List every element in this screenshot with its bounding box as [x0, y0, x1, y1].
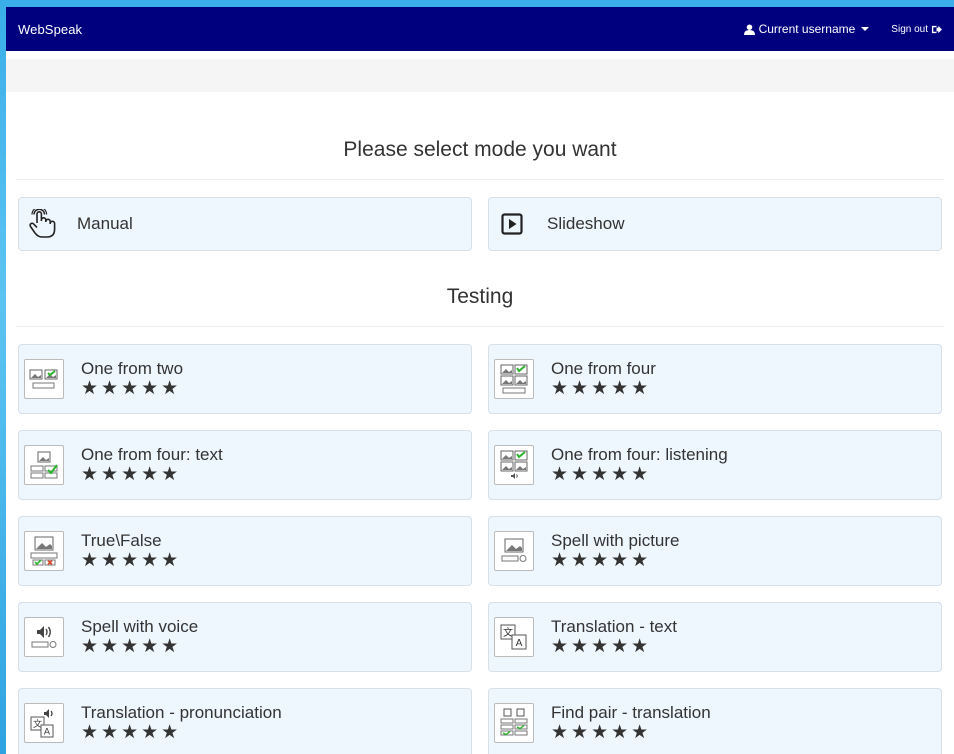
picture-spell-icon [494, 531, 534, 571]
test-row: 文 A Translation - pronunciation ★★★★★ Fi… [6, 688, 954, 754]
rating-stars: ★★★★★ [81, 550, 182, 571]
divider [16, 326, 944, 327]
slideshow-mode-button[interactable]: Slideshow [488, 197, 942, 251]
rating-stars: ★★★★★ [81, 636, 182, 657]
testing-heading: Testing [446, 285, 514, 308]
test-body: True\False ★★★★★ [81, 531, 181, 571]
two-pictures-icon [24, 359, 64, 399]
translate-speaker-icon: 文 A [24, 703, 64, 743]
test-label: Spell with picture [551, 531, 680, 550]
slideshow-label: Slideshow [547, 214, 625, 233]
test-body: Find pair - translation ★★★★★ [551, 703, 711, 743]
picture-text-choice-icon [24, 445, 64, 485]
test-row: Spell with voice ★★★★★ 文 A Translation -… [6, 602, 954, 672]
test-spell-with-picture[interactable]: Spell with picture ★★★★★ [488, 516, 942, 586]
test-label: One from four [551, 359, 656, 378]
test-row: True\False ★★★★★ Spell with picture ★★★★… [6, 516, 954, 586]
speaker-spell-icon [24, 617, 64, 657]
test-label: One from four: listening [551, 445, 728, 464]
rating-stars: ★★★★★ [81, 378, 182, 399]
test-label: True\False [81, 531, 162, 550]
user-icon [743, 23, 755, 35]
find-pair-icon [494, 703, 534, 743]
sign-out-link[interactable]: Sign out [891, 24, 942, 35]
test-body: One from two ★★★★★ [81, 359, 183, 399]
four-pictures-icon [494, 359, 534, 399]
test-true-false[interactable]: True\False ★★★★★ [18, 516, 472, 586]
test-translation-text[interactable]: 文 A Translation - text ★★★★★ [488, 602, 942, 672]
test-label: Translation - text [551, 617, 677, 636]
test-label: One from two [81, 359, 184, 378]
manual-label: Manual [77, 214, 133, 233]
test-body: Translation - text ★★★★★ [551, 617, 677, 657]
brand-link[interactable]: WebSpeak [18, 22, 82, 37]
page-title: Please select mode you want [343, 138, 617, 161]
play-square-icon [497, 209, 527, 239]
divider [16, 179, 944, 180]
manual-mode-button[interactable]: Manual [18, 197, 472, 251]
true-false-icon [24, 531, 64, 571]
sub-bar [6, 59, 954, 92]
app-frame: WebSpeak Current username Sign out Pleas… [6, 7, 954, 754]
rating-stars: ★★★★★ [551, 636, 652, 657]
mode-row: Manual Slideshow [6, 197, 954, 251]
four-pictures-audio-icon [494, 445, 534, 485]
top-navbar: WebSpeak Current username Sign out [6, 7, 954, 51]
rating-stars: ★★★★★ [551, 722, 652, 743]
nav-right: Current username Sign out [743, 22, 942, 36]
test-spell-with-voice[interactable]: Spell with voice ★★★★★ [18, 602, 472, 672]
test-body: One from four: text ★★★★★ [81, 445, 223, 485]
test-body: Translation - pronunciation ★★★★★ [81, 703, 282, 743]
test-label: One from four: text [81, 445, 223, 464]
rating-stars: ★★★★★ [81, 464, 182, 485]
user-menu[interactable]: Current username [743, 22, 870, 36]
test-find-pair-translation[interactable]: Find pair - translation ★★★★★ [488, 688, 942, 754]
test-grid: One from two ★★★★★ One from four ★★★★★ O… [6, 344, 954, 754]
test-row: One from two ★★★★★ One from four ★★★★★ [6, 344, 954, 414]
hand-pointer-icon [27, 209, 57, 239]
test-label: Find pair - translation [551, 703, 711, 722]
test-one-from-four-listening[interactable]: One from four: listening ★★★★★ [488, 430, 942, 500]
translate-icon: 文 A [494, 617, 534, 657]
sign-out-label: Sign out [891, 23, 928, 35]
test-translation-pronunciation[interactable]: 文 A Translation - pronunciation ★★★★★ [18, 688, 472, 754]
chevron-down-icon [861, 27, 870, 31]
svg-text:A: A [44, 728, 51, 738]
test-body: Spell with voice ★★★★★ [81, 617, 198, 657]
test-row: One from four: text ★★★★★ One from four:… [6, 430, 954, 500]
test-one-from-four-text[interactable]: One from four: text ★★★★★ [18, 430, 472, 500]
test-label: Spell with voice [81, 617, 199, 636]
svg-text:A: A [516, 638, 523, 649]
test-body: One from four: listening ★★★★★ [551, 445, 728, 485]
test-one-from-two[interactable]: One from two ★★★★★ [18, 344, 472, 414]
test-body: One from four ★★★★★ [551, 359, 656, 399]
username-label: Current username [758, 22, 856, 36]
sign-out-icon [931, 25, 942, 33]
rating-stars: ★★★★★ [81, 722, 182, 743]
test-one-from-four[interactable]: One from four ★★★★★ [488, 344, 942, 414]
rating-stars: ★★★★★ [551, 378, 652, 399]
rating-stars: ★★★★★ [551, 464, 652, 485]
rating-stars: ★★★★★ [551, 550, 652, 571]
test-label: Translation - pronunciation [81, 703, 282, 722]
test-body: Spell with picture ★★★★★ [551, 531, 680, 571]
